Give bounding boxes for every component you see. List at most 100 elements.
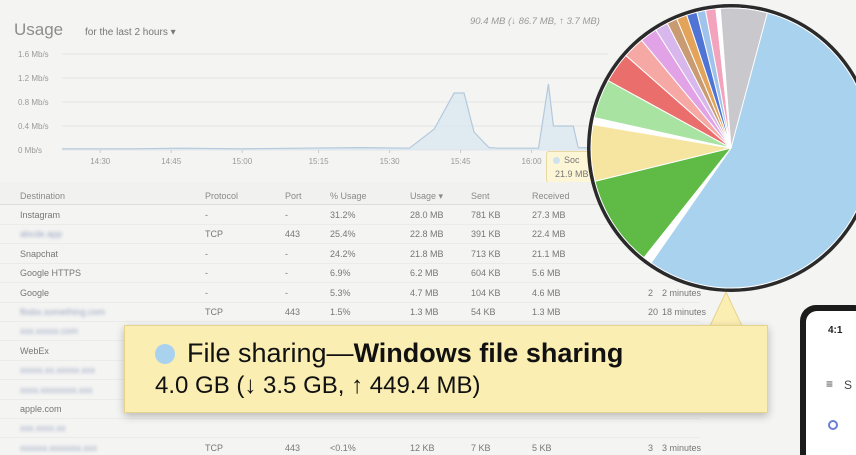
usage-totals: 90.4 MB (↓ 86.7 MB, ↑ 3.7 MB)	[470, 16, 600, 27]
time-range-dropdown[interactable]: for the last 2 hours ▾	[85, 27, 176, 38]
cell-dest: Instagram	[20, 210, 61, 220]
y-tick-label: 0.4 Mb/s	[18, 122, 49, 131]
cell-pct: 6.9%	[330, 268, 351, 279]
cell-recv: 4.6 MB	[532, 287, 561, 298]
cell-x2: 18 minutes	[662, 307, 707, 317]
col-usage[interactable]: Usage ▾	[410, 191, 443, 202]
cell-dest: abcde.app	[20, 229, 63, 240]
series-area	[62, 84, 608, 150]
callout-category: File sharing—	[187, 338, 354, 368]
cell-sent: 104 KB	[471, 287, 501, 298]
cell-pct: 24.2%	[330, 248, 356, 259]
callout-service: Windows file sharing	[353, 338, 624, 368]
cell-port: 443	[285, 307, 301, 317]
col-destination[interactable]: Destination	[20, 191, 65, 201]
cell-dest: Google	[20, 287, 50, 298]
magnified-pie-chart	[587, 4, 856, 292]
cell-use: 21.8 MB	[410, 248, 444, 259]
cell-pct: 25.4%	[330, 229, 356, 240]
cell-port: -	[285, 268, 288, 279]
callout-tooltip: File sharing—Windows file sharing 4.0 GB…	[124, 325, 768, 413]
cell-pct: 31.2%	[330, 210, 356, 220]
col-sent[interactable]: Sent	[471, 191, 490, 201]
x-tick-label: 14:30	[90, 157, 111, 166]
cell-use: 22.8 MB	[410, 229, 444, 240]
cell-recv: 27.3 MB	[532, 210, 566, 220]
cell-recv: 5.6 MB	[532, 268, 561, 279]
cell-use: 1.3 MB	[410, 307, 439, 317]
col-received[interactable]: Received	[532, 191, 570, 201]
cell-use: 12 KB	[410, 442, 435, 453]
menu-icon[interactable]: ≡	[826, 377, 833, 391]
cell-recv: 5 KB	[532, 442, 552, 453]
table-row[interactable]: xxxxxx.xxxxxxx.xxx TCP 443 <0.1% 12 KB 7 KB 5 …	[0, 438, 702, 455]
cell-proto: -	[205, 268, 208, 279]
phone-time: 4:1	[828, 325, 843, 336]
cell-sent: 7 KB	[471, 442, 491, 453]
table-row[interactable]: fbsbx.something.com TCP 443 1.5% 1.3 MB 54 KB…	[0, 302, 706, 322]
x-tick-label: 14:45	[161, 157, 182, 166]
cell-proto: TCP	[205, 442, 223, 453]
y-tick-label: 0.8 Mb/s	[18, 98, 49, 107]
page-title: Usage	[14, 20, 64, 39]
cell-sent: 604 KB	[471, 268, 501, 279]
cell-sent: 781 KB	[471, 210, 501, 220]
cell-port: 443	[285, 229, 301, 240]
app-window: Usage for the last 2 hours ▾ 90.4 MB (↓ …	[0, 0, 856, 455]
x-tick-label: 15:15	[309, 157, 330, 166]
cell-recv: 22.4 MB	[532, 229, 566, 240]
table-row[interactable]: xxx.xxxx.xx	[0, 418, 700, 439]
cell-dest: xxxxxx.xxxxxxx.xxx	[20, 442, 98, 453]
col-port[interactable]: Port	[285, 191, 302, 201]
tooltip-color-dot	[553, 157, 560, 164]
cell-sent: 54 KB	[471, 307, 496, 317]
cell-pct: <0.1%	[330, 442, 356, 453]
radio-icon[interactable]	[828, 420, 838, 430]
cell-dest: xxxx.xxxxxxxx.xxx	[20, 384, 93, 395]
x-tick-label: 15:30	[380, 157, 401, 166]
col-percent-usage[interactable]: % Usage	[330, 191, 367, 201]
cell-sent: 391 KB	[471, 229, 501, 240]
y-tick-label: 1.2 Mb/s	[18, 74, 49, 83]
y-tick-label: 1.6 Mb/s	[18, 50, 49, 59]
cell-port: -	[285, 210, 288, 220]
cell-dest: xxx.xxxx.xx	[20, 423, 66, 434]
cell-proto: TCP	[205, 307, 223, 317]
callout-pointer	[709, 292, 743, 327]
cell-use: 4.7 MB	[410, 287, 439, 298]
x-tick-label: 15:45	[451, 157, 472, 166]
cell-dest: Google HTTPS	[20, 268, 82, 279]
cell-pct: 1.5%	[330, 307, 351, 317]
callout-color-dot	[155, 344, 175, 364]
cell-port: 443	[285, 442, 301, 453]
cell-port: -	[285, 248, 288, 259]
col-protocol[interactable]: Protocol	[205, 191, 238, 201]
phone-heading: S	[844, 378, 853, 392]
cell-x2: 3 minutes	[662, 442, 702, 453]
cell-dest: xxxxx.xx.xxxxx.xxx	[20, 365, 96, 376]
cell-recv: 1.3 MB	[532, 307, 561, 317]
cell-use: 28.0 MB	[410, 210, 444, 220]
series-line	[62, 83, 609, 150]
phone-device: 4:1 ≡ S	[800, 305, 856, 455]
tooltip-label: Soc	[564, 155, 580, 165]
usage-line-chart: 1.6 Mb/s 1.2 Mb/s 0.8 Mb/s 0.4 Mb/s 0 Mb/s 14…	[18, 50, 609, 166]
phone-screen: 4:1 ≡ S	[806, 311, 856, 455]
cell-dest: WebEx	[20, 345, 49, 356]
cell-pct: 5.3%	[330, 287, 351, 298]
x-tick-label: 16:00	[522, 157, 543, 166]
x-tick-label: 15:00	[232, 157, 253, 166]
cell-sent: 713 KB	[471, 248, 501, 259]
cell-proto: TCP	[205, 229, 223, 240]
callout-title: File sharing—Windows file sharing	[187, 338, 623, 369]
cell-port: -	[285, 287, 288, 298]
cell-x1: 20	[648, 307, 659, 317]
cell-proto: -	[205, 287, 208, 298]
callout-usage: 4.0 GB (↓ 3.5 GB, ↑ 449.4 MB)	[155, 372, 481, 399]
cell-use: 6.2 MB	[410, 268, 439, 279]
cell-dest: Snapchat	[20, 248, 59, 259]
cell-proto: -	[205, 248, 208, 259]
cell-x1: 3	[648, 442, 654, 453]
cell-proto: -	[205, 210, 208, 220]
cell-dest: apple.com	[20, 404, 62, 414]
